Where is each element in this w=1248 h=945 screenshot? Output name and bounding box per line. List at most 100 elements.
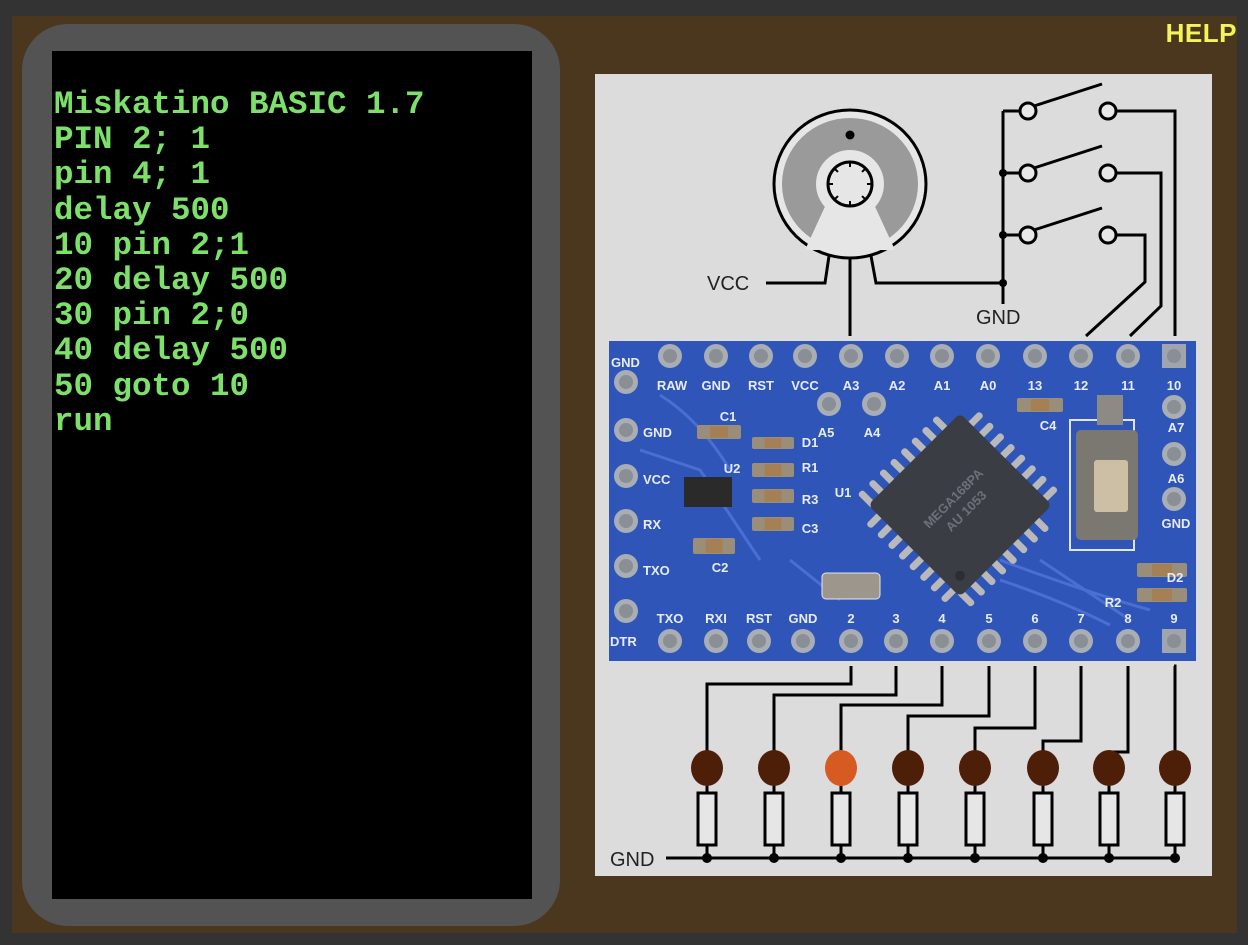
reset-button[interactable] [1094,460,1128,512]
resistor [897,791,919,847]
pin-label: 2 [847,611,854,626]
pin-label: A5 [818,425,835,440]
switch-3-wire [1084,233,1147,338]
pin-label: GND [702,378,731,393]
pin-label: R2 [1105,595,1122,610]
switch-contact [1018,163,1038,183]
junction-dot [999,279,1007,287]
pin-label: VCC [643,472,671,487]
pin-label: RXI [705,611,727,626]
pin-label: A6 [1168,471,1185,486]
pin-label: VCC [791,378,819,393]
terminal-line: run [54,402,113,440]
pin-label: C3 [802,521,819,536]
regulator-u2 [684,477,732,507]
pin-label: RAW [657,378,688,393]
terminal-line: 50 goto 10 [54,367,250,405]
led-pin-5 [892,750,924,786]
resistor [964,791,986,847]
pin-label: RST [748,378,774,393]
led-pin-6 [959,750,991,786]
led-pin-3 [758,750,790,786]
resistor [830,791,852,847]
arduino-pro-mini-board: MEGA168PA AU 1053 RAW GND RST VCC A3 A2 A1 A0 13… [609,341,1196,661]
pin-label: 4 [938,611,946,626]
switch-contact [1098,163,1118,183]
pin-label: R1 [802,460,819,475]
pin-label: 6 [1031,611,1038,626]
resistor [696,791,718,847]
pin-label: U1 [835,485,852,500]
switch-2-wire [1117,171,1163,338]
pin-label: 11 [1121,378,1135,393]
pin-label: C4 [1040,418,1057,433]
schematic-canvas: VCC GND MEGA168PA AU 1053 RAW GND RST VC… [609,82,1196,871]
terminal-line: pin 4; 1 [54,156,211,194]
switch-1-wire [1117,109,1177,336]
led-pin-9 [1159,750,1191,786]
pin-label: RST [746,611,772,626]
pin-label: U2 [724,461,741,476]
potentiometer[interactable] [766,108,1003,336]
pin-label: C1 [720,409,737,424]
terminal-screen[interactable]: Miskatino BASIC 1.7 PIN 2; 1 pin 4; 1 delay… [52,51,532,899]
pin-label: GND [611,355,640,370]
pin-label: TXO [657,611,684,626]
terminal-line: Miskatino BASIC 1.7 [54,86,425,123]
pin-label: R3 [802,492,819,507]
pin-label: GND [1162,516,1191,531]
pin-label: A7 [1168,420,1185,435]
help-button[interactable]: HELP [1166,18,1237,49]
pin-label: 7 [1077,611,1084,626]
pin-label: 3 [892,611,899,626]
resistor [1098,791,1120,847]
pin-label: 13 [1028,378,1042,393]
resistor [1164,791,1186,847]
led-pin-4 [825,750,857,786]
pin-label: 5 [985,611,992,626]
pin-label: D2 [1167,570,1184,585]
pin-label: C2 [712,560,729,575]
pin-label: 10 [1167,378,1181,393]
led-pin-2 [691,750,723,786]
pot-leg-gnd [869,255,1003,285]
switch-contact [1018,225,1038,245]
pin-label: GND [789,611,818,626]
pin-label: A4 [864,425,881,440]
terminal-line: delay 500 [54,191,230,229]
terminal-line: 40 delay 500 [54,332,289,370]
pin-label: 12 [1074,378,1088,393]
switch-2[interactable] [1003,144,1118,183]
terminal-line: PIN 2; 1 [54,121,211,159]
pin-label: A0 [980,378,997,393]
terminal-line: 30 pin 2;0 [54,297,250,335]
vcc-label: VCC [707,273,749,295]
pin-label: 9 [1170,611,1177,626]
terminal-line: 10 pin 2;1 [54,226,250,264]
switch-contact [1098,101,1118,121]
terminal-line: 20 delay 500 [54,261,289,299]
pot-knob [826,160,874,208]
resistor [763,791,785,847]
pin-label: 8 [1124,611,1131,626]
pin-label: D1 [802,435,819,450]
switch-contact [1018,101,1038,121]
pin-label: TXO [643,563,670,578]
switch-3[interactable] [1003,206,1118,245]
gnd-label-top: GND [976,307,1020,329]
gnd-label-bottom: GND [610,849,654,871]
crystal [821,572,881,600]
led-pin-8 [1093,750,1125,786]
resistor [1032,791,1054,847]
circuit-schematic: VCC GND MEGA168PA AU 1053 RAW GND RST VC… [595,74,1212,876]
pin-label: A3 [843,378,860,393]
pin-label: RX [643,517,661,532]
pin-label: A1 [934,378,951,393]
pin-label: GND [643,425,672,440]
pin-label: DTR [610,634,637,649]
pot-leg-vcc [766,255,831,285]
switch-contact [1098,225,1118,245]
pot-indicator-dot [845,130,855,140]
switch-1[interactable] [1003,82,1118,121]
terminal-output: Miskatino BASIC 1.7 PIN 2; 1 pin 4; 1 delay… [54,87,425,439]
